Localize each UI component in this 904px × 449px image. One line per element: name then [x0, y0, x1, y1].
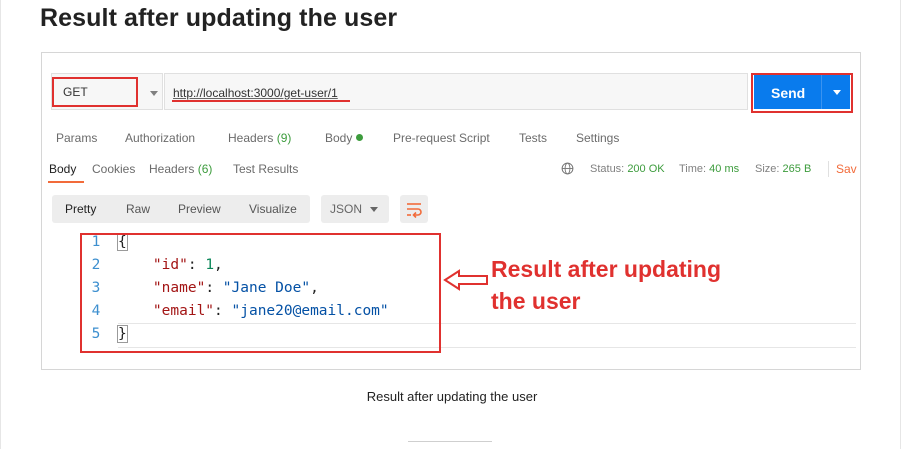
size-value: 265 B [782, 163, 812, 175]
send-highlight [751, 73, 853, 113]
tab-headers[interactable]: Headers (9) [228, 131, 291, 145]
format-select[interactable]: JSON [321, 195, 389, 223]
response-time: Time: 40 ms [679, 163, 739, 175]
url-value: http://localhost:3000/get-user/1 [173, 86, 338, 100]
time-value: 40 ms [709, 163, 740, 175]
response-size: Size: 265 B [755, 163, 811, 175]
annotation-line-1: Result after updating [491, 256, 722, 282]
response-tab-cookies[interactable]: Cookies [92, 162, 135, 176]
save-response-button[interactable]: Sav [836, 162, 857, 176]
wrap-lines-button[interactable] [400, 195, 428, 223]
annotation-line-2: the user [491, 288, 581, 314]
wrap-lines-icon [407, 203, 422, 218]
response-tab-body[interactable]: Body [49, 162, 76, 176]
response-tab-test-results[interactable]: Test Results [233, 162, 298, 176]
response-body-highlight [80, 233, 441, 353]
tab-authorization[interactable]: Authorization [125, 131, 195, 145]
size-label: Size: [755, 163, 780, 175]
caption-divider [408, 441, 492, 442]
tab-params[interactable]: Params [56, 131, 97, 145]
globe-icon[interactable] [561, 162, 574, 175]
view-preview-button[interactable]: Preview [178, 202, 221, 216]
response-tab-headers-count: (6) [197, 162, 213, 176]
tab-headers-label: Headers [228, 131, 274, 145]
body-indicator-dot [356, 134, 364, 141]
response-tab-headers-label: Headers [149, 162, 195, 176]
page-edge-right [900, 0, 901, 449]
method-highlight [52, 77, 138, 107]
response-tab-active-indicator [48, 181, 84, 183]
status-divider [828, 161, 829, 177]
tab-settings[interactable]: Settings [576, 131, 619, 145]
caret-down-icon [370, 207, 378, 212]
status-label: Status: [590, 163, 625, 175]
tab-tests[interactable]: Tests [519, 131, 547, 145]
view-pretty-button[interactable]: Pretty [65, 202, 96, 216]
response-status: Status: 200 OK [590, 163, 665, 175]
url-input[interactable]: http://localhost:3000/get-user/1 [164, 73, 748, 110]
time-label: Time: [679, 163, 707, 175]
tab-body[interactable]: Body [325, 131, 364, 145]
tab-pre-request-script[interactable]: Pre-request Script [393, 131, 490, 145]
figure-caption: Result after updating the user [366, 389, 538, 404]
annotation-label: Result after updating the user [491, 253, 721, 317]
view-visualize-button[interactable]: Visualize [249, 202, 297, 216]
view-mode-group: Pretty Raw Preview Visualize [52, 195, 310, 223]
postman-screenshot: GET http://localhost:3000/get-user/1 Sen… [41, 52, 861, 370]
chevron-down-icon [150, 91, 158, 96]
article-title: Result after updating the user [40, 4, 398, 32]
response-tab-headers[interactable]: Headers (6) [149, 162, 212, 176]
url-underline-highlight [172, 100, 350, 102]
view-raw-button[interactable]: Raw [126, 202, 150, 216]
arrow-left-icon [443, 269, 488, 291]
page-edge-left [0, 0, 1, 449]
status-value: 200 OK [627, 163, 665, 175]
tab-body-label: Body [325, 131, 353, 145]
format-value: JSON [330, 202, 363, 216]
tab-headers-count: (9) [276, 131, 292, 145]
